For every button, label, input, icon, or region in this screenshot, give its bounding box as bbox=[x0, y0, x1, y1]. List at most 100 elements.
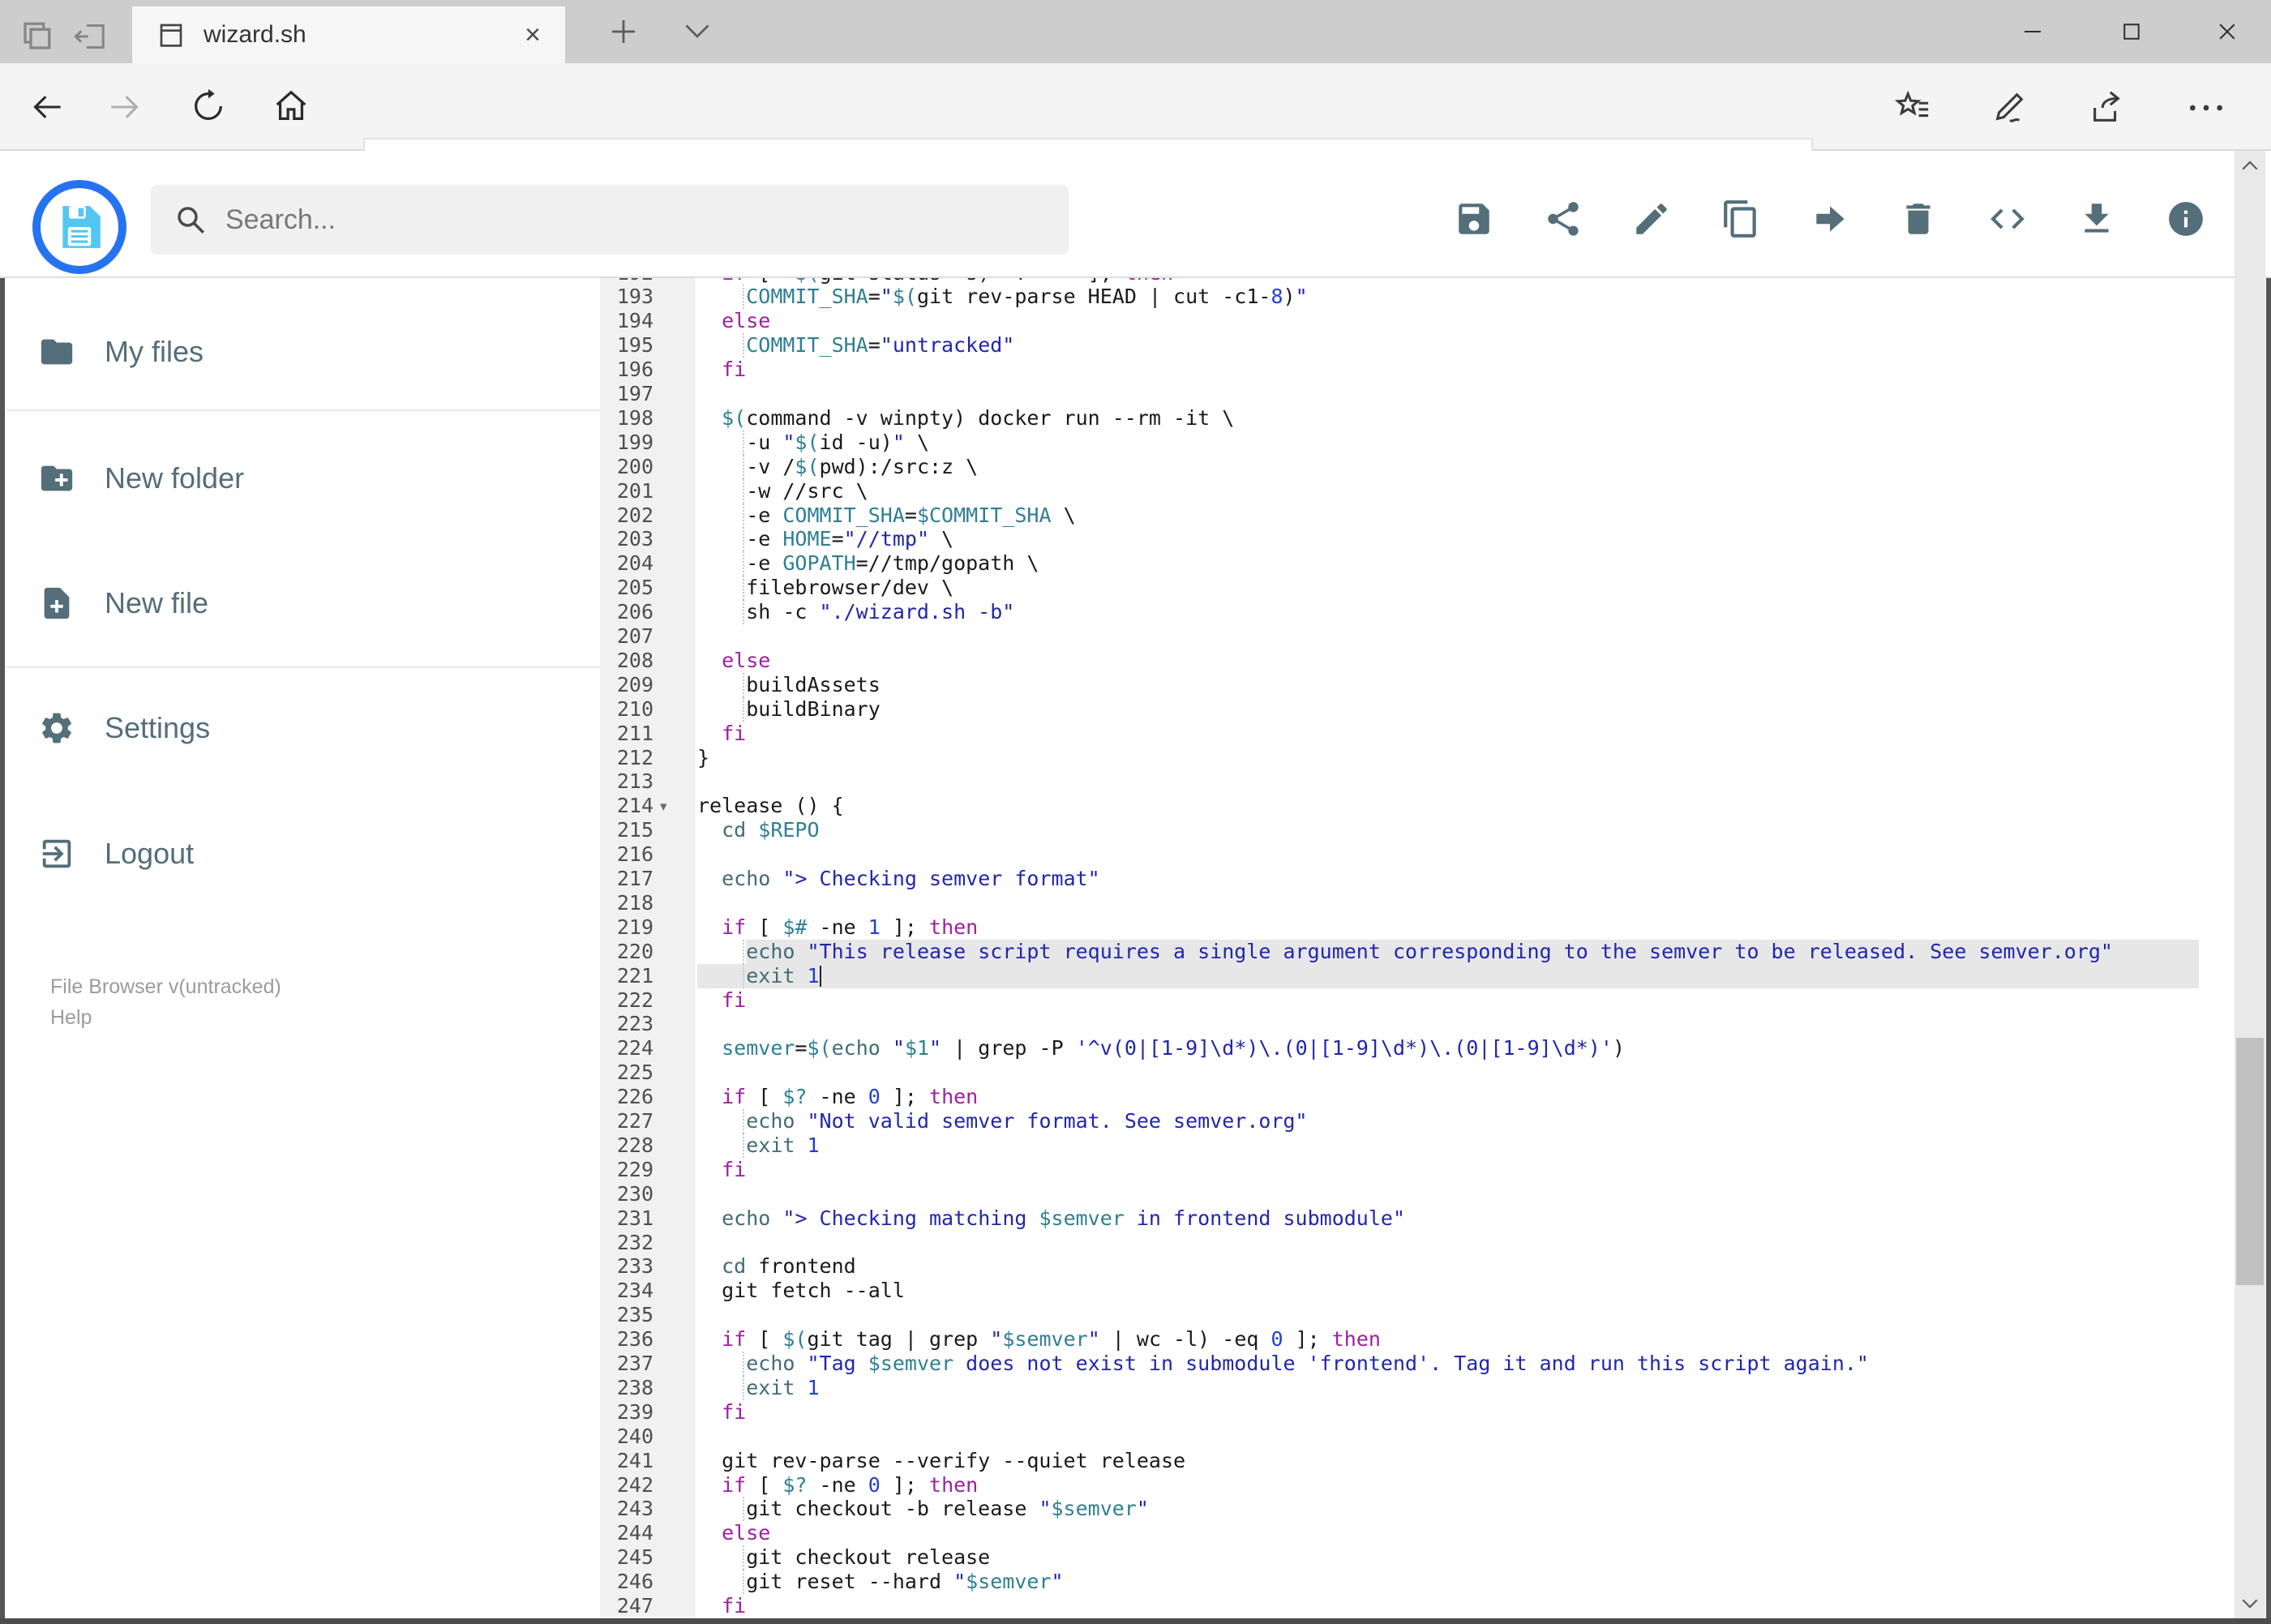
code-line[interactable]: fi bbox=[697, 1400, 746, 1425]
code-line[interactable]: buildAssets bbox=[697, 673, 881, 697]
vertical-scrollbar[interactable] bbox=[2235, 151, 2265, 1618]
code-line[interactable]: fi bbox=[697, 1158, 746, 1182]
code-line[interactable]: fi bbox=[697, 988, 746, 1013]
new-tab-icon[interactable] bbox=[606, 15, 641, 49]
code-line[interactable]: git reset --hard "$semver" bbox=[697, 1570, 1063, 1594]
sidebar-item-label: Logout bbox=[105, 837, 195, 870]
code-line[interactable]: fi bbox=[697, 358, 746, 382]
code-line[interactable]: if [ $# -ne 1 ]; then bbox=[697, 915, 978, 940]
code-line[interactable]: echo "Not valid semver format. See semve… bbox=[697, 1109, 1307, 1133]
code-line[interactable]: fi bbox=[697, 1594, 746, 1618]
tab-close-icon[interactable]: × bbox=[525, 19, 541, 51]
code-line[interactable]: release () { bbox=[697, 794, 844, 818]
code-line[interactable]: filebrowser/dev \ bbox=[697, 576, 953, 600]
code-line[interactable]: -e COMMIT_SHA=$COMMIT_SHA \ bbox=[697, 503, 1075, 528]
edit-button[interactable] bbox=[1631, 199, 1672, 239]
tab-preview-icon[interactable] bbox=[19, 19, 54, 54]
code-line[interactable]: -w //src \ bbox=[697, 479, 868, 503]
code-line[interactable]: -e HOME="//tmp" \ bbox=[697, 527, 953, 551]
save-button[interactable] bbox=[1454, 199, 1494, 239]
code-line[interactable]: -e GOPATH=//tmp/gopath \ bbox=[697, 551, 1039, 576]
code-line[interactable]: } bbox=[697, 746, 709, 770]
code-line[interactable]: git fetch --all bbox=[697, 1279, 905, 1303]
scroll-up-icon[interactable] bbox=[2238, 154, 2262, 178]
code-editor[interactable]: 192 if [ "$(git status -s)" != "" ]; the… bbox=[600, 278, 2235, 1618]
line-number: 243 bbox=[616, 1497, 653, 1521]
code-line[interactable]: fi bbox=[697, 722, 746, 746]
copy-button[interactable] bbox=[1720, 199, 1761, 239]
code-line[interactable]: echo "Tag $semver does not exist in subm… bbox=[697, 1352, 1869, 1376]
code-line[interactable]: cd frontend bbox=[697, 1254, 856, 1279]
more-icon[interactable] bbox=[2186, 99, 2226, 117]
browser-tab[interactable]: wizard.sh × bbox=[132, 6, 565, 63]
home-icon[interactable] bbox=[272, 88, 310, 125]
code-line[interactable]: COMMIT_SHA="$(git rev-parse HEAD | cut -… bbox=[697, 285, 1307, 309]
app-logo[interactable] bbox=[32, 180, 126, 274]
code-line[interactable]: else bbox=[697, 1521, 770, 1545]
code-line[interactable]: echo "> Checking matching $semver in fro… bbox=[697, 1206, 1405, 1231]
window-close-button[interactable] bbox=[2204, 11, 2251, 52]
page-favicon bbox=[158, 21, 184, 49]
move-button[interactable] bbox=[1810, 199, 1850, 239]
code-line[interactable]: if [ $(git tag | grep "$semver" | wc -l)… bbox=[697, 1327, 1381, 1352]
code-line[interactable]: sh -c "./wizard.sh -b" bbox=[697, 600, 1014, 624]
tab-chevron-icon[interactable] bbox=[683, 21, 712, 42]
code-line[interactable]: exit 1 bbox=[697, 1376, 819, 1400]
file-plus-icon bbox=[38, 585, 75, 622]
share-button[interactable] bbox=[1543, 199, 1583, 239]
set-aside-tabs-icon[interactable] bbox=[73, 19, 109, 54]
code-button[interactable] bbox=[1987, 199, 2028, 239]
code-line[interactable]: cd $REPO bbox=[697, 818, 819, 842]
forward-icon[interactable] bbox=[105, 89, 141, 125]
code-line[interactable]: -v /$(pwd):/src:z \ bbox=[697, 455, 978, 479]
code-line[interactable]: $(command -v winpty) docker run --rm -it… bbox=[697, 406, 1234, 431]
hub-icon[interactable] bbox=[1894, 89, 1931, 126]
line-number: 229 bbox=[616, 1157, 653, 1181]
code-line[interactable]: exit 1 bbox=[697, 964, 819, 988]
sidebar-item-new-file[interactable]: New file bbox=[38, 579, 573, 628]
folder-icon bbox=[38, 333, 75, 371]
code-line[interactable]: echo "> Checking semver format" bbox=[697, 867, 1100, 891]
line-number: 222 bbox=[616, 988, 653, 1012]
back-icon[interactable] bbox=[31, 89, 66, 125]
code-line[interactable]: if [ "$(git status -s)" != "" ]; then bbox=[697, 278, 1173, 285]
code-line[interactable]: else bbox=[697, 309, 770, 333]
sidebar-item-my-files[interactable]: My files bbox=[38, 328, 573, 376]
code-line[interactable]: git checkout -b release "$semver" bbox=[697, 1497, 1149, 1521]
delete-button[interactable] bbox=[1898, 199, 1939, 239]
sidebar-item-settings[interactable]: Settings bbox=[38, 704, 573, 752]
code-line[interactable]: if [ $? -ne 0 ]; then bbox=[697, 1473, 978, 1498]
code-line[interactable]: git checkout release bbox=[697, 1545, 990, 1570]
refresh-icon[interactable] bbox=[190, 88, 227, 125]
code-line[interactable]: echo "This release script requires a sin… bbox=[697, 940, 2113, 964]
help-link[interactable]: Help bbox=[50, 1006, 92, 1030]
info-button[interactable] bbox=[2166, 199, 2206, 239]
line-number: 217 bbox=[616, 867, 653, 890]
line-number: 208 bbox=[616, 648, 653, 672]
gear-icon bbox=[38, 709, 75, 747]
line-number: 247 bbox=[616, 1594, 653, 1618]
line-number: 211 bbox=[616, 721, 653, 745]
sidebar-item-new-folder[interactable]: New folder bbox=[38, 454, 573, 503]
search-input[interactable]: Search... bbox=[151, 185, 1069, 255]
window-minimize-button[interactable] bbox=[2009, 11, 2056, 52]
window-maximize-button[interactable] bbox=[2108, 11, 2155, 52]
line-number: 194 bbox=[616, 309, 653, 333]
sidebar-item-logout[interactable]: Logout bbox=[38, 829, 573, 878]
code-line[interactable]: git rev-parse --verify --quiet release bbox=[697, 1449, 1185, 1473]
download-button[interactable] bbox=[2076, 199, 2117, 239]
fold-arrow-icon[interactable]: ▾ bbox=[660, 799, 667, 815]
scrollbar-thumb[interactable] bbox=[2236, 1038, 2264, 1285]
code-line[interactable]: if [ $? -ne 0 ]; then bbox=[697, 1085, 978, 1109]
share-page-icon[interactable] bbox=[2089, 89, 2126, 126]
code-line[interactable]: else bbox=[697, 649, 770, 673]
code-line[interactable]: -u "$(id -u)" \ bbox=[697, 431, 929, 455]
code-line[interactable]: exit 1 bbox=[697, 1133, 819, 1158]
line-number: 210 bbox=[616, 696, 653, 721]
browser-navbar: filebrowser.web/files/wizard.sh bbox=[0, 63, 2271, 201]
code-line[interactable]: semver=$(echo "$1" | grep -P '^v(0|[1-9]… bbox=[697, 1036, 1625, 1061]
scroll-down-icon[interactable] bbox=[2238, 1591, 2262, 1615]
code-line[interactable]: COMMIT_SHA="untracked" bbox=[697, 333, 1014, 358]
web-note-icon[interactable] bbox=[1991, 89, 2029, 126]
code-line[interactable]: buildBinary bbox=[697, 697, 881, 722]
